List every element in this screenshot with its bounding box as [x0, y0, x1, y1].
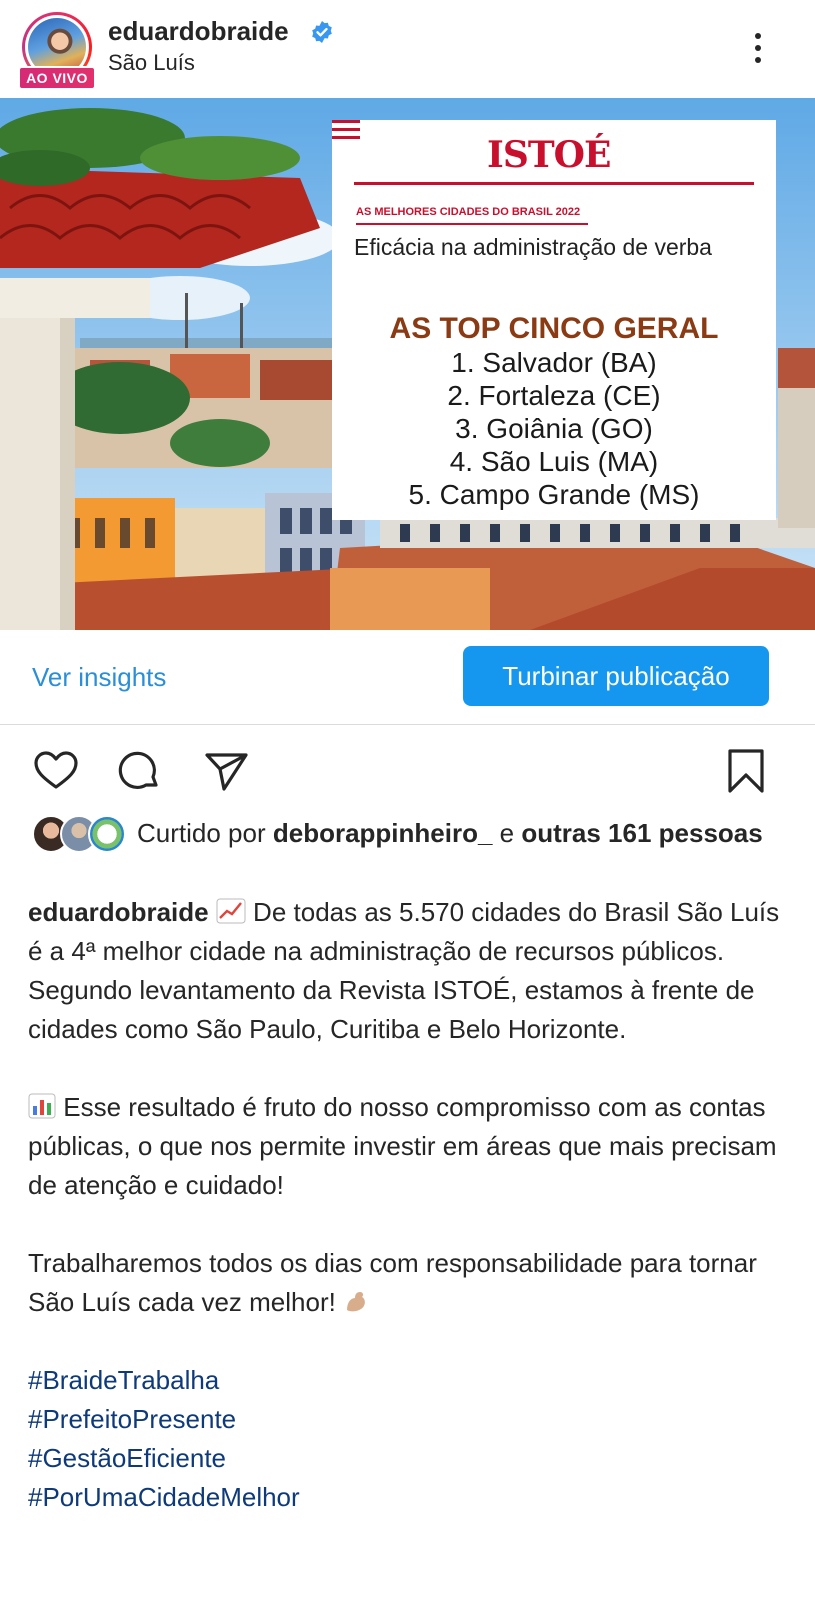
- kicker-underline: [356, 223, 588, 225]
- liker-avatar: [88, 815, 126, 853]
- ranking-item: 1. Salvador (BA): [451, 347, 657, 378]
- chart-increasing-icon: [216, 898, 246, 924]
- istoe-logo: ISTOÉ: [487, 134, 611, 176]
- likes-prefix: Curtido por: [137, 818, 266, 848]
- profile-avatar[interactable]: AO VIVO: [18, 12, 96, 90]
- more-vertical-icon[interactable]: [738, 28, 778, 68]
- caption-username[interactable]: eduardobraide: [28, 897, 209, 927]
- heart-icon[interactable]: [32, 747, 80, 795]
- post-image[interactable]: ISTOÉ AS MELHORES CIDADES DO BRASIL 2022…: [0, 98, 815, 630]
- card-kicker: AS MELHORES CIDADES DO BRASIL 2022: [356, 206, 581, 218]
- likes-summary[interactable]: Curtido por deborappinheiro_ e outras 16…: [137, 816, 777, 851]
- view-insights-link[interactable]: Ver insights: [32, 662, 166, 693]
- hashtag-link[interactable]: #PrefeitoPresente: [28, 1400, 788, 1439]
- ranking-item: 4. São Luis (MA): [449, 446, 659, 477]
- hashtag-link[interactable]: #PorUmaCidadeMelhor: [28, 1478, 788, 1517]
- ranking-list: 1. Salvador (BA) 2. Fortaleza (CE) 3. Go…: [332, 346, 776, 511]
- bar-chart-icon: [28, 1093, 56, 1119]
- post-header: AO VIVO eduardobraide São Luís: [0, 0, 815, 98]
- verified-badge-icon: [312, 21, 332, 43]
- menu-icon: [332, 120, 360, 139]
- likes-connector: e: [499, 818, 515, 848]
- live-badge[interactable]: AO VIVO: [18, 66, 96, 90]
- insights-bar: Ver insights Turbinar publicação: [0, 630, 815, 725]
- liker-avatars[interactable]: [32, 815, 128, 855]
- boost-post-button[interactable]: Turbinar publicação: [463, 646, 769, 706]
- istoe-card: ISTOÉ AS MELHORES CIDADES DO BRASIL 2022…: [332, 120, 776, 520]
- post-location[interactable]: São Luís: [108, 50, 195, 76]
- card-subtitle: Eficácia na administração de verba: [354, 234, 712, 260]
- send-icon[interactable]: [202, 747, 250, 795]
- hashtag-link[interactable]: #GestãoEficiente: [28, 1439, 788, 1478]
- caption-paragraph: eduardobraide De todas as 5.570 cidades …: [28, 893, 788, 1049]
- flexed-biceps-icon: [347, 1292, 365, 1312]
- caption-paragraph: Trabalharemos todos os dias com responsa…: [28, 1244, 788, 1322]
- ranking-item: 5. Campo Grande (MS): [408, 479, 700, 510]
- card-divider: [354, 182, 754, 185]
- bookmark-icon[interactable]: [722, 747, 770, 795]
- card-heading: AS TOP CINCO GERAL: [389, 312, 719, 345]
- post-username[interactable]: eduardobraide: [108, 16, 289, 47]
- hashtag-link[interactable]: #BraideTrabalha: [28, 1361, 788, 1400]
- ranking-item: 2. Fortaleza (CE): [447, 380, 661, 411]
- caption-paragraph: Esse resultado é fruto do nosso compromi…: [28, 1088, 788, 1205]
- likes-others[interactable]: outras 161 pessoas: [521, 818, 762, 848]
- ranking-item: 3. Goiânia (GO): [455, 413, 653, 444]
- caption-text: Esse resultado é fruto do nosso compromi…: [28, 1092, 777, 1200]
- liker-username[interactable]: deborappinheiro_: [273, 818, 493, 848]
- caption-text: Trabalharemos todos os dias com responsa…: [28, 1248, 757, 1317]
- post-caption: eduardobraide De todas as 5.570 cidades …: [28, 893, 788, 1517]
- comment-icon[interactable]: [116, 747, 164, 795]
- action-bar: [0, 735, 815, 805]
